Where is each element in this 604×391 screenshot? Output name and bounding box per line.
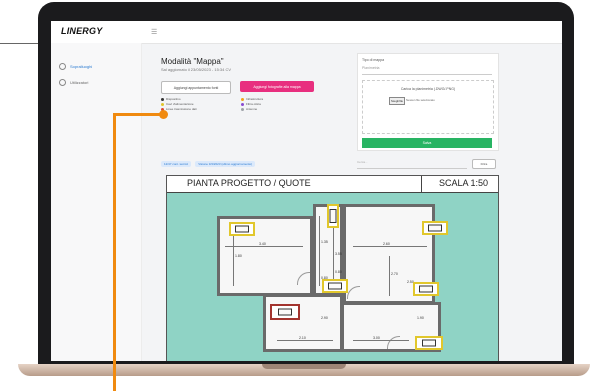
outlet-icon <box>419 285 433 293</box>
floor-plan[interactable]: PIANTA PROGETTO / QUOTE SCALA 1:50 3.40 … <box>166 175 499 361</box>
legend-label: Fibra ottica <box>246 102 261 106</box>
device-marker-alert[interactable] <box>270 304 300 320</box>
plan-header-divider <box>421 176 422 192</box>
legend-dot <box>161 102 164 106</box>
legend-dot <box>241 102 244 106</box>
map-type-select[interactable]: Planimetria <box>362 66 492 75</box>
laptop-screen: LINERGY ☰ Sopralluoghi Utilizzatori Moda… <box>51 21 562 361</box>
dimension-label: 2.90 <box>321 316 328 320</box>
legend-label: Cavi d'alimentazione <box>166 102 194 106</box>
legend-item: Cavi d'alimentazione <box>161 102 194 106</box>
room-bottom-left <box>263 294 343 352</box>
plan-title: PIANTA PROGETTO / QUOTE <box>187 178 311 188</box>
legend-label: Dispositivo <box>166 97 181 101</box>
filter-button[interactable]: Filtra <box>472 159 496 169</box>
dimension-line <box>277 340 333 341</box>
device-marker[interactable] <box>413 282 439 296</box>
plan-header: PIANTA PROGETTO / QUOTE SCALA 1:50 <box>167 176 498 193</box>
dimension-label: 0.80 <box>335 270 342 274</box>
dimension-label: 3.55 <box>335 252 342 256</box>
dimension-label: 3.00 <box>373 336 380 340</box>
device-marker[interactable] <box>415 336 443 350</box>
legend-item: Dispositivo <box>161 97 181 101</box>
app-logo: LINERGY <box>61 26 103 36</box>
device-marker[interactable] <box>229 222 255 236</box>
dimension-label: 3.40 <box>259 242 266 246</box>
tag-chip[interactable]: Visione 3/4/2023 (ultimo aggiornamento) <box>195 161 256 167</box>
dimension-line <box>389 256 390 296</box>
sidebar-item-label: Sopralluoghi <box>70 64 93 69</box>
search-input[interactable]: Cerca... <box>357 160 467 169</box>
dimension-label: 2.60 <box>383 242 390 246</box>
sidebar: Sopralluoghi Utilizzatori <box>51 43 142 361</box>
legend-label: Infrastruttura <box>246 97 264 101</box>
device-marker[interactable] <box>327 204 339 228</box>
dimension-label: 1.35 <box>321 240 328 244</box>
upload-dropzone[interactable]: Carica la planimetria (.DWG/.PNG) Scegli… <box>362 80 494 134</box>
add-photos-button[interactable]: Aggiungi fotografie alla mappa <box>240 81 314 92</box>
menu-icon[interactable]: ☰ <box>151 28 157 36</box>
legend-dot <box>161 97 164 101</box>
callout-line <box>113 113 163 116</box>
page-title: Modalità "Mappa" <box>161 57 224 66</box>
save-button[interactable]: Salva <box>362 138 492 148</box>
dimension-label: 1.80 <box>235 254 242 258</box>
dimension-line <box>353 246 427 247</box>
device-marker[interactable] <box>322 279 348 293</box>
device-marker[interactable] <box>422 221 448 235</box>
laptop-notch <box>262 364 346 369</box>
legend-label: Antenne <box>246 107 258 111</box>
main-content: Modalità "Mappa" Sal aggiornato il 23/05… <box>141 43 562 361</box>
upload-panel: Tipo di mappa Planimetria Carica la plan… <box>357 53 499 151</box>
file-name-text: Nessun file selezionato <box>406 98 435 102</box>
outlet-icon <box>278 308 292 316</box>
legend-item: Fibra ottica <box>241 102 261 106</box>
sidebar-item-utilizzatori[interactable]: Utilizzatori <box>59 79 88 86</box>
tag-chip[interactable]: 12/47 cont. tecnici <box>161 161 192 167</box>
choose-file-button[interactable]: Scegli file <box>389 97 405 105</box>
map-pin-icon <box>59 63 66 70</box>
dimension-line <box>319 216 320 286</box>
add-appointment-button[interactable]: Aggiungi appuntamento fonti <box>161 81 231 94</box>
legend-item: Antenne <box>241 107 257 111</box>
dimension-label: 2.70 <box>391 272 398 276</box>
outlet-icon <box>428 224 442 232</box>
legend-dot <box>241 97 244 101</box>
dimension-label: 2.10 <box>299 336 306 340</box>
legend-dot <box>241 107 244 111</box>
sidebar-item-label: Utilizzatori <box>70 80 89 85</box>
legend-label: Linee trasmissione dati <box>166 107 197 111</box>
legend-item: Infrastruttura <box>241 97 263 101</box>
page-subtitle: Sal aggiornato il 23/05/2023 - 15:34 CV <box>161 67 232 72</box>
callout-line <box>113 113 116 391</box>
plan-scale: SCALA 1:50 <box>438 178 488 188</box>
dimension-line <box>353 340 409 341</box>
outlet-icon <box>422 339 436 347</box>
sidebar-item-sopralluoghi[interactable]: Sopralluoghi <box>59 63 92 70</box>
dimension-line <box>225 246 303 247</box>
tag-row: 12/47 cont. tecnici Visione 3/4/2023 (ul… <box>161 161 256 167</box>
map-type-label: Tipo di mappa <box>362 58 385 62</box>
outlet-icon <box>329 209 337 223</box>
top-bar: LINERGY ☰ <box>51 21 562 44</box>
dimension-label: 1.90 <box>417 316 424 320</box>
upload-title: Carica la planimetria (.DWG/.PNG) <box>400 87 456 91</box>
outlet-icon <box>235 225 249 233</box>
callout-dot <box>159 110 168 119</box>
outlet-icon <box>328 282 342 290</box>
user-icon <box>59 79 66 86</box>
